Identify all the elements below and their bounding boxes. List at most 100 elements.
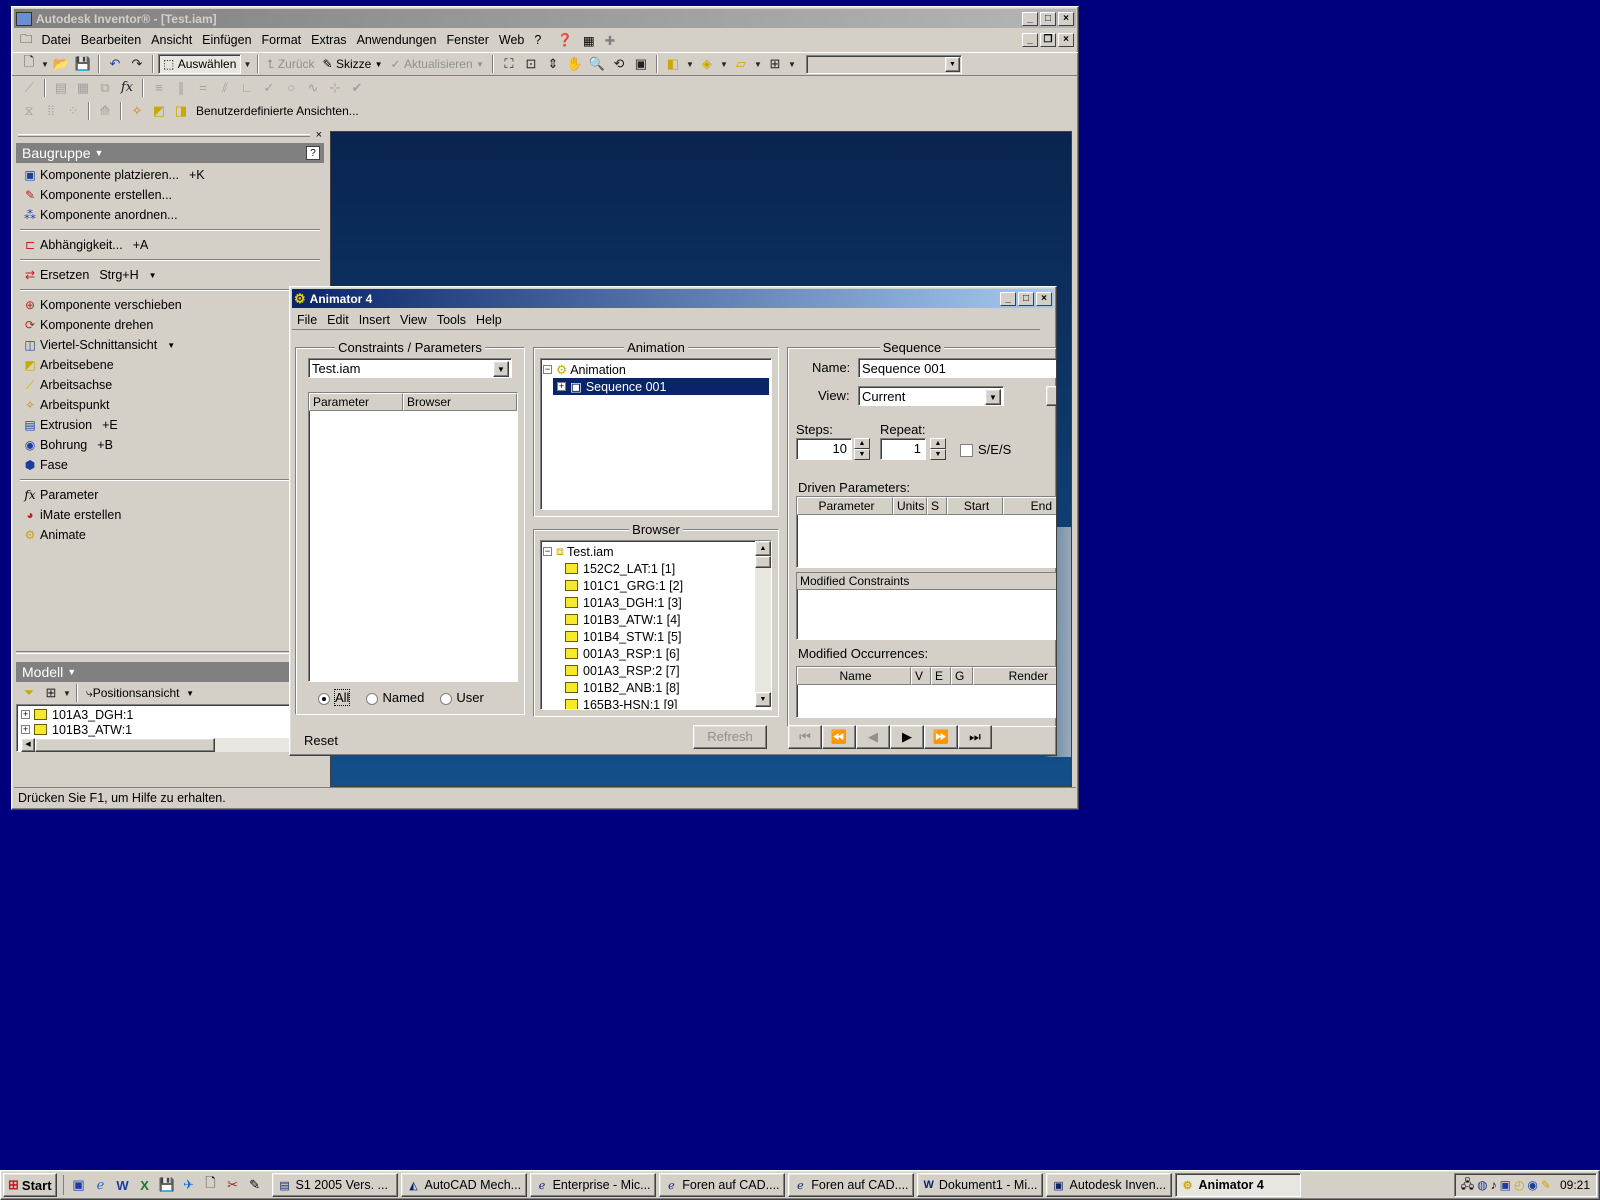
close-button[interactable]: × (1058, 11, 1074, 26)
menu-anwendungen[interactable]: Anwendungen (352, 33, 442, 47)
tangent-icon[interactable]: ✓ (258, 78, 280, 98)
doc-restore-button[interactable]: ❐ (1040, 33, 1056, 47)
cmd-quarter-section[interactable]: ◫ Viertel-Schnittansicht ▼ (16, 335, 324, 355)
minimize-button[interactable]: _ (1022, 11, 1038, 26)
sheet-icon[interactable]: ▦ (72, 78, 94, 98)
tree-item[interactable]: 152C2_LAT:1 [1] (543, 560, 769, 577)
repeat-spinner[interactable]: ▲ ▼ (930, 438, 946, 460)
paint-icon[interactable]: ✎ (244, 1175, 266, 1195)
inventor-titlebar[interactable]: Autodesk Inventor® - [Test.iam] _ □ × (14, 9, 1076, 28)
radio-user[interactable]: User (440, 690, 484, 705)
steps-spinner[interactable]: ▲ ▼ (854, 438, 870, 460)
sketch-tool-icon[interactable]: ⟋ (18, 78, 40, 98)
spin-up-icon[interactable]: ▲ (854, 438, 870, 449)
chevron-down-icon[interactable]: ▼ (985, 389, 1001, 405)
driven-parameters-table[interactable]: Parameter Units S Start End (796, 496, 1056, 568)
circ-pattern-icon[interactable]: ⁘ (62, 101, 84, 121)
col-browser[interactable]: Browser (403, 393, 517, 411)
start-button[interactable]: ⊞ Start (3, 1173, 57, 1197)
next-step-icon[interactable]: ⏩ (924, 725, 958, 749)
col-s[interactable]: S (927, 497, 947, 515)
look-at-icon[interactable]: ▣ (630, 54, 652, 74)
task-inventor[interactable]: ▣ Autodesk Inven... (1045, 1173, 1172, 1197)
view-combo[interactable]: Current ▼ (858, 386, 1004, 406)
dropdown-arrow-icon[interactable]: ▼ (752, 54, 764, 74)
tree-item[interactable]: +101A3_DGH:1 (21, 707, 319, 722)
display-mode-icon[interactable]: ◧ (662, 54, 684, 74)
menu-help[interactable]: ? (529, 33, 546, 47)
doc-icon[interactable]: 🗀 (16, 30, 37, 51)
task-dokument1[interactable]: W Dokument1 - Mi... (916, 1173, 1043, 1197)
model-header[interactable]: Modell ▼ (16, 662, 324, 682)
menu-einfuegen[interactable]: Einfügen (197, 33, 256, 47)
col-parameter[interactable]: Parameter (797, 497, 893, 515)
open-icon[interactable]: 📂 (50, 54, 72, 74)
clock-icon[interactable]: ◴ (1514, 1178, 1524, 1192)
expand-icon[interactable]: + (21, 710, 30, 719)
steps-input[interactable]: 10 (796, 438, 852, 460)
cmd-create-imate[interactable]: ◕ iMate erstellen (16, 505, 324, 525)
messenger-icon[interactable]: ◉ (1527, 1178, 1537, 1192)
menu-view[interactable]: View (395, 313, 432, 327)
cmd-extrusion[interactable]: ▤ Extrusion +E (16, 415, 324, 435)
prev-step-icon[interactable]: ⏪ (822, 725, 856, 749)
custom-views-icon[interactable]: ◨ (170, 101, 192, 121)
chevron-down-icon[interactable]: ▼ (167, 341, 175, 350)
panel-close-icon[interactable]: × (316, 129, 322, 141)
perpendicular-icon[interactable]: ∥ (170, 78, 192, 98)
pen-icon[interactable]: ✎ (1541, 1178, 1551, 1192)
menu-format[interactable]: Format (257, 33, 307, 47)
first-frame-icon[interactable]: ⏮ (788, 725, 822, 749)
parallel-icon[interactable]: ≡ (148, 78, 170, 98)
chevron-down-icon[interactable]: ▼ (493, 361, 509, 377)
cmd-parameter[interactable]: fx Parameter (16, 485, 324, 505)
antivirus-icon[interactable]: ◍ (1477, 1178, 1487, 1192)
col-render[interactable]: Render (973, 667, 1056, 685)
cmd-constraint[interactable]: ⊏ Abhängigkeit... +A (16, 235, 324, 255)
collinear-icon[interactable]: ⫽ (214, 78, 236, 98)
zoom-all-icon[interactable]: ⛶ (498, 54, 520, 74)
menu-help[interactable]: Help (471, 313, 507, 327)
tree-item[interactable]: 001A3_RSP:1 [6] (543, 645, 769, 662)
last-frame-icon[interactable]: ⏭ (958, 725, 992, 749)
model-hscrollbar[interactable]: ◀ (21, 738, 319, 752)
doc-close-button[interactable]: × (1058, 33, 1074, 47)
chevron-down-icon[interactable]: ▼ (149, 271, 157, 280)
display-icon[interactable]: ▣ (1500, 1178, 1511, 1192)
tree-item[interactable]: 001A3_RSP:2 [7] (543, 662, 769, 679)
col-e[interactable]: E (931, 667, 951, 685)
close-button[interactable]: × (1036, 291, 1052, 306)
dropdown-arrow-icon[interactable]: ▼ (62, 683, 72, 703)
menu-tools[interactable]: Tools (432, 313, 471, 327)
menu-file[interactable]: File (292, 313, 322, 327)
dropdown-arrow-icon[interactable]: ▼ (786, 54, 798, 74)
browser-vscrollbar[interactable]: ▲ ▼ (755, 541, 771, 707)
panel-header[interactable]: Baugruppe ▼ ? (16, 143, 324, 163)
app-icon[interactable]: ✈ (178, 1175, 200, 1195)
scroll-up-icon[interactable]: ▲ (755, 541, 771, 556)
formula-icon[interactable]: fx (116, 78, 138, 98)
table-icon[interactable]: ▤ (50, 78, 72, 98)
menu-extras[interactable]: Extras (306, 33, 351, 47)
check-icon[interactable]: ✔ (346, 78, 368, 98)
fix-icon[interactable]: ⊹ (324, 78, 346, 98)
collapse-icon[interactable]: − (543, 547, 552, 556)
menu-fenster[interactable]: Fenster (442, 33, 494, 47)
spin-down-icon[interactable]: ▼ (930, 449, 946, 460)
cmd-rotate-component[interactable]: ⟳ Komponente drehen (16, 315, 324, 335)
filter-icon[interactable]: ⏷ (18, 683, 40, 703)
sequence-side-button[interactable] (1046, 386, 1056, 406)
cmd-work-point[interactable]: ✧ Arbeitspunkt (16, 395, 324, 415)
clock-time[interactable]: 09:21 (1560, 1178, 1590, 1192)
angle-icon[interactable]: ∟ (236, 78, 258, 98)
pattern-icon[interactable]: ⧖ (18, 101, 40, 121)
rotate-icon[interactable]: ⟲ (608, 54, 630, 74)
floppy-icon[interactable]: 💾 (156, 1175, 178, 1195)
cmd-arrange-component[interactable]: ⁂ Komponente anordnen... (16, 205, 324, 225)
style-combo-arrow[interactable]: ▼ (944, 56, 960, 72)
grid-icon[interactable]: ▦ (578, 33, 600, 48)
position-view-button[interactable]: ⤷ Positionsansicht ▼ (82, 683, 198, 703)
cmd-work-axis[interactable]: ⟋ Arbeitsachse (16, 375, 324, 395)
modified-occurrences-table[interactable]: Name V E G Render (796, 666, 1056, 718)
mirror-icon[interactable]: ⧉ (94, 78, 116, 98)
